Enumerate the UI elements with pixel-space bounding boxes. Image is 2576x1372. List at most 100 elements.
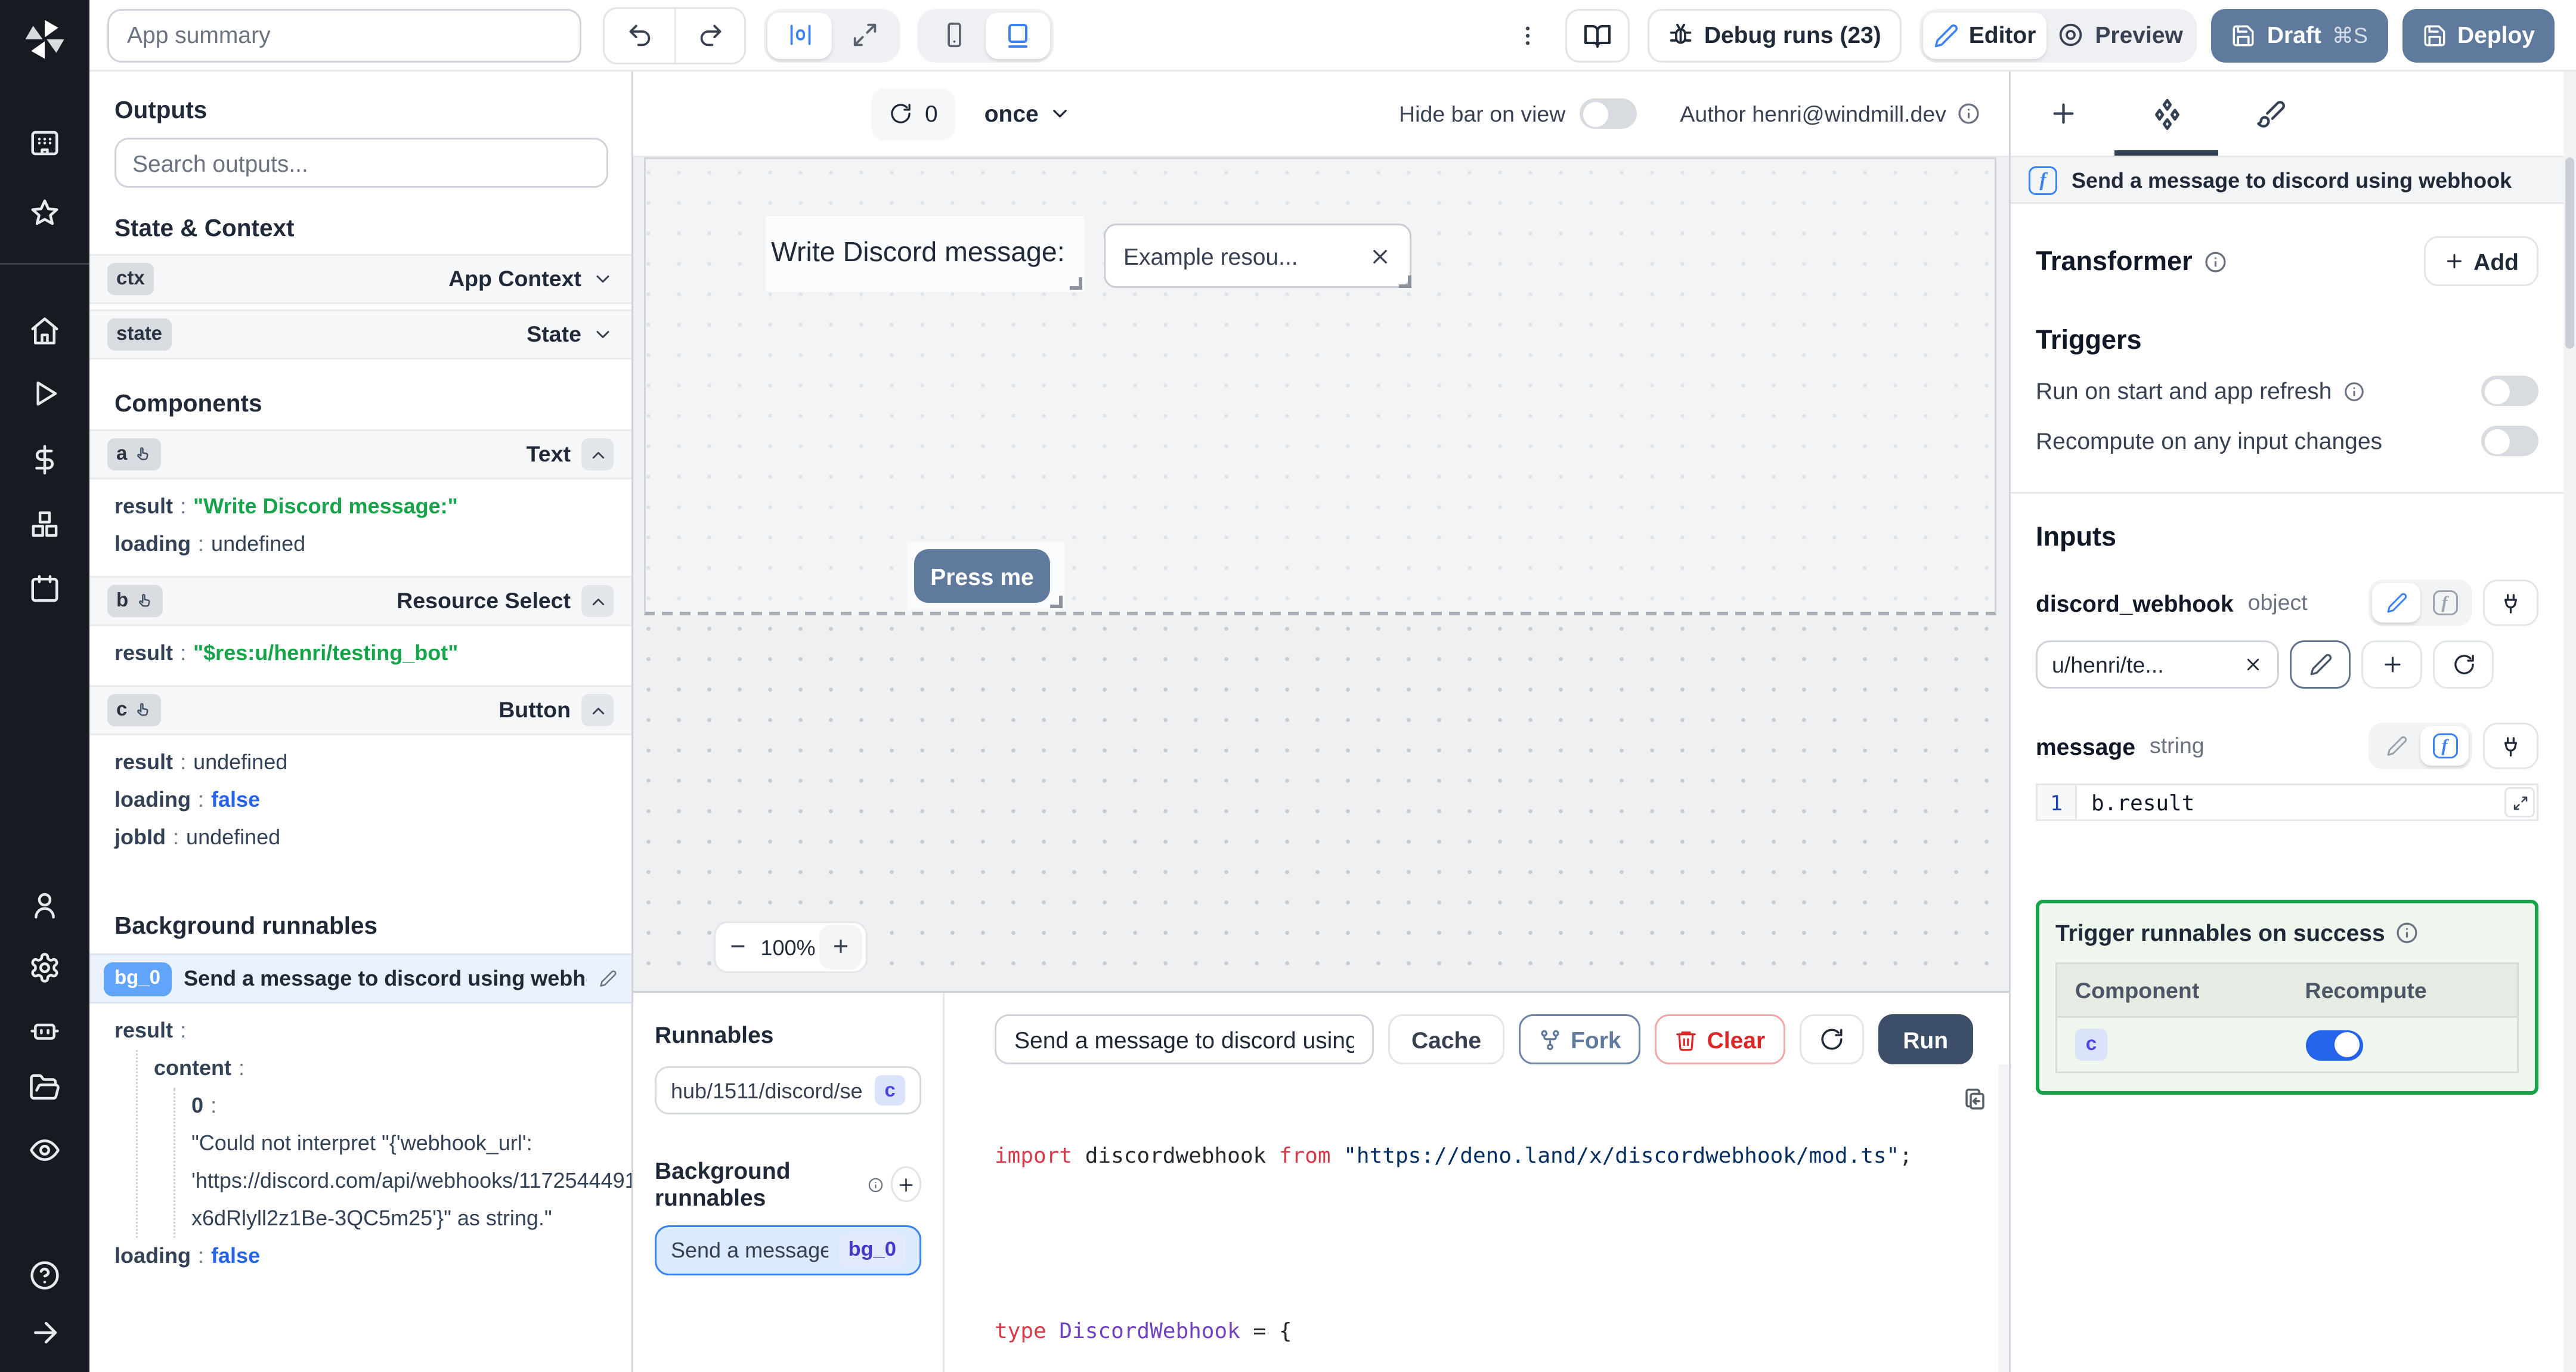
output-row-component-a[interactable]: a Text: [89, 429, 631, 479]
search-outputs-input[interactable]: [114, 138, 608, 188]
chevron-down-icon[interactable]: [592, 268, 614, 290]
center-layout-button[interactable]: [767, 11, 832, 58]
variables-icon[interactable]: [29, 444, 61, 476]
undo-button[interactable]: [605, 8, 674, 62]
cache-button[interactable]: Cache: [1388, 1014, 1505, 1064]
debug-runs-button[interactable]: Debug runs (23): [1646, 8, 1901, 62]
settings-gear-icon[interactable]: [29, 952, 61, 984]
more-options-kebab-icon[interactable]: [1507, 8, 1547, 62]
edit-pencil-icon[interactable]: [599, 970, 617, 987]
desktop-view-button[interactable]: [986, 11, 1050, 58]
output-row-bg0[interactable]: bg_0 Send a message to discord using web…: [89, 953, 631, 1004]
help-icon[interactable]: [29, 1259, 61, 1292]
eval-editor-button[interactable]: f: [2420, 583, 2469, 622]
refresh-counter[interactable]: 0: [871, 86, 956, 141]
home-icon[interactable]: [29, 315, 61, 347]
code-content[interactable]: import discordwebhook from "https://deno…: [995, 1084, 2009, 1372]
fullscreen-layout-button[interactable]: [832, 12, 896, 58]
device-preview-group: [918, 8, 1054, 62]
tab-editor[interactable]: Editor: [1922, 11, 2047, 58]
copy-clipboard-icon[interactable]: [1962, 1088, 1987, 1113]
hide-bar-toggle[interactable]: [1580, 98, 1637, 129]
runnable-item-bg0-selected[interactable]: Send a message... bg_0: [655, 1225, 921, 1275]
schedules-icon[interactable]: [29, 572, 61, 605]
resize-handle[interactable]: [1070, 277, 1082, 290]
runs-icon[interactable]: [29, 377, 61, 410]
connect-plug-button[interactable]: [2483, 580, 2538, 626]
canvas-toolbar: 0 once Hide bar on view Author henri@win…: [633, 72, 2009, 157]
audit-eye-icon[interactable]: [29, 1134, 61, 1166]
run-button[interactable]: Run: [1878, 1014, 1974, 1064]
add-resource-button[interactable]: [2361, 640, 2422, 689]
tab-component-settings[interactable]: [2114, 72, 2218, 156]
resources-icon[interactable]: [29, 508, 61, 540]
schedule-mode-dropdown[interactable]: once: [984, 100, 1071, 127]
tab-styling[interactable]: [2218, 72, 2322, 156]
runnable-name-input[interactable]: [995, 1014, 1374, 1064]
tab-insert-component[interactable]: [2011, 72, 2114, 156]
eval-editor-button[interactable]: f: [2420, 726, 2469, 766]
clear-x-icon[interactable]: [1368, 244, 1392, 268]
folders-icon[interactable]: [29, 1071, 61, 1104]
info-icon[interactable]: [2396, 921, 2419, 944]
run-on-start-toggle[interactable]: [2481, 376, 2538, 406]
resize-handle[interactable]: [1050, 596, 1063, 608]
runnable-item-hub[interactable]: hub/1511/discord/se... c: [655, 1066, 921, 1114]
output-row-component-c[interactable]: c Button: [89, 685, 631, 735]
clear-x-icon[interactable]: [2243, 655, 2263, 674]
runnables-title: Runnables: [655, 1021, 774, 1048]
app-canvas[interactable]: Write Discord message: Example resou... …: [633, 157, 2009, 991]
info-icon[interactable]: [2203, 250, 2227, 273]
draft-button[interactable]: Draft ⌘S: [2211, 8, 2388, 62]
output-row-state[interactable]: state State: [89, 309, 631, 360]
expand-editor-button[interactable]: [2504, 787, 2535, 817]
inputs-title: Inputs: [2036, 522, 2116, 553]
code-scrollbar[interactable]: [1998, 1064, 2009, 1372]
message-expression-editor[interactable]: 1 b.result: [2036, 783, 2538, 821]
info-icon[interactable]: [868, 1175, 884, 1194]
value: "Write Discord message:": [193, 494, 458, 519]
chevron-down-icon[interactable]: [592, 324, 614, 345]
canvas-text-component[interactable]: Write Discord message:: [766, 216, 1084, 292]
docs-book-button[interactable]: [1564, 8, 1629, 62]
fork-button[interactable]: Fork: [1519, 1014, 1641, 1064]
info-icon[interactable]: [2343, 380, 2364, 402]
workers-robot-icon[interactable]: [29, 1014, 61, 1046]
add-background-runnable-button[interactable]: [891, 1166, 922, 1202]
component-b-type: Resource Select: [397, 589, 571, 614]
apps-icon[interactable]: [29, 127, 61, 159]
user-icon[interactable]: [29, 889, 61, 921]
app-summary-input[interactable]: [107, 8, 581, 62]
clear-button[interactable]: Clear: [1655, 1014, 1785, 1064]
tab-preview[interactable]: Preview: [2046, 12, 2193, 58]
collapse-chevron-up-icon[interactable]: [581, 585, 614, 617]
edit-resource-button[interactable]: [2290, 640, 2351, 689]
reload-code-button[interactable]: [1799, 1014, 1864, 1064]
redo-button[interactable]: [674, 8, 744, 62]
output-row-component-b[interactable]: b Resource Select: [89, 576, 631, 626]
static-editor-pencil-button[interactable]: [2372, 583, 2420, 622]
mobile-view-button[interactable]: [921, 12, 986, 58]
window-scrollbar[interactable]: [2563, 72, 2576, 1372]
connect-plug-button[interactable]: [2483, 723, 2538, 769]
press-me-button[interactable]: Press me: [914, 549, 1050, 603]
collapse-arrow-icon[interactable]: [29, 1317, 61, 1349]
trash-icon: [1676, 1030, 1696, 1050]
resource-picker[interactable]: u/henri/te...: [2036, 640, 2279, 689]
zoom-in-button[interactable]: +: [819, 925, 862, 970]
output-row-ctx[interactable]: ctx App Context: [89, 254, 631, 304]
collapse-chevron-up-icon[interactable]: [581, 438, 614, 470]
deploy-button[interactable]: Deploy: [2401, 8, 2555, 62]
info-icon[interactable]: [1957, 102, 1980, 125]
zoom-out-button[interactable]: −: [716, 923, 760, 971]
refresh-resource-button[interactable]: [2433, 640, 2494, 689]
recompute-toggle[interactable]: [2481, 426, 2538, 456]
collapse-chevron-up-icon[interactable]: [581, 694, 614, 726]
resize-handle[interactable]: [1399, 275, 1411, 288]
favorites-star-icon[interactable]: [29, 197, 61, 229]
add-transformer-button[interactable]: Add: [2423, 236, 2538, 286]
scrollbar-thumb[interactable]: [2565, 157, 2574, 349]
recompute-c-toggle[interactable]: [2305, 1029, 2363, 1060]
static-editor-pencil-button[interactable]: [2372, 726, 2420, 766]
canvas-resource-select[interactable]: Example resou...: [1104, 224, 1411, 288]
